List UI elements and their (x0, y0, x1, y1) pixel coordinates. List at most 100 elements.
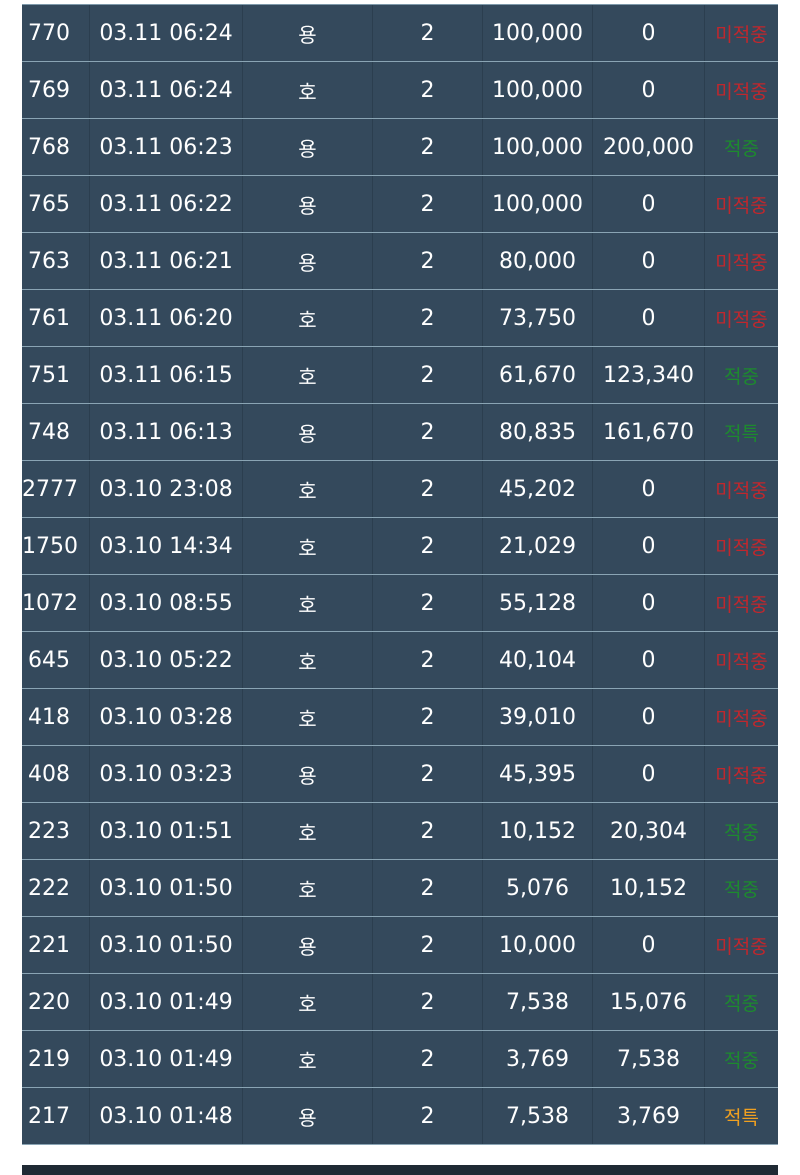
count-cell: 2 (373, 917, 483, 973)
count-cell: 2 (373, 803, 483, 859)
pick-cell: 호 (243, 518, 373, 574)
result-badge: 적중 (724, 878, 759, 901)
count-cell: 2 (373, 575, 483, 631)
count-cell: 2 (373, 974, 483, 1030)
bet-amount-cell: 10,000 (483, 917, 593, 973)
round-number-cell: 418 (22, 689, 90, 745)
bet-time-cell: 03.10 03:28 (90, 689, 243, 745)
round-number-cell: 219 (22, 1031, 90, 1087)
result-badge: 적특 (724, 1106, 759, 1129)
bet-time-cell: 03.10 01:50 (90, 860, 243, 916)
round-number-cell: 220 (22, 974, 90, 1030)
pick-cell: 호 (243, 1031, 373, 1087)
round-number-cell: 761 (22, 290, 90, 346)
round-number-cell: 768 (22, 119, 90, 175)
bet-amount-cell: 39,010 (483, 689, 593, 745)
count-cell: 2 (373, 461, 483, 517)
pick-cell: 호 (243, 689, 373, 745)
result-badge: 미적중 (715, 650, 768, 673)
win-amount-cell: 0 (593, 632, 705, 688)
bet-amount-cell: 100,000 (483, 176, 593, 232)
pick-cell: 호 (243, 803, 373, 859)
win-amount-cell: 0 (593, 518, 705, 574)
bet-amount-cell: 21,029 (483, 518, 593, 574)
pick-cell: 용 (243, 746, 373, 802)
round-number-cell: 222 (22, 860, 90, 916)
pick-cell: 용 (243, 119, 373, 175)
table-row: 1072 03.10 08:55 호 2 55,128 0 미적중 (22, 575, 778, 632)
bet-time-cell: 03.10 03:23 (90, 746, 243, 802)
bet-time-cell: 03.11 06:20 (90, 290, 243, 346)
bet-amount-cell: 100,000 (483, 119, 593, 175)
result-badge: 적중 (724, 992, 759, 1015)
bet-amount-cell: 3,769 (483, 1031, 593, 1087)
table-row: 769 03.11 06:24 호 2 100,000 0 미적중 (22, 62, 778, 119)
bet-time-cell: 03.10 01:51 (90, 803, 243, 859)
round-number-cell: 770 (22, 5, 90, 61)
table-row: 408 03.10 03:23 용 2 45,395 0 미적중 (22, 746, 778, 803)
result-badge: 적중 (724, 137, 759, 160)
round-number-cell: 408 (22, 746, 90, 802)
pick-cell: 호 (243, 860, 373, 916)
bet-amount-cell: 80,835 (483, 404, 593, 460)
count-cell: 2 (373, 5, 483, 61)
bet-time-cell: 03.10 01:49 (90, 974, 243, 1030)
table-row: 1750 03.10 14:34 호 2 21,029 0 미적중 (22, 518, 778, 575)
round-number-cell: 769 (22, 62, 90, 118)
count-cell: 2 (373, 746, 483, 802)
round-number-cell: 751 (22, 347, 90, 403)
win-amount-cell: 7,538 (593, 1031, 705, 1087)
result-badge: 미적중 (715, 23, 768, 46)
bet-time-cell: 03.10 14:34 (90, 518, 243, 574)
pick-cell: 용 (243, 5, 373, 61)
table-row: 763 03.11 06:21 용 2 80,000 0 미적중 (22, 233, 778, 290)
bet-time-cell: 03.10 08:55 (90, 575, 243, 631)
pick-cell: 용 (243, 404, 373, 460)
bet-amount-cell: 100,000 (483, 62, 593, 118)
count-cell: 2 (373, 233, 483, 289)
bet-time-cell: 03.11 06:24 (90, 5, 243, 61)
win-amount-cell: 10,152 (593, 860, 705, 916)
win-amount-cell: 0 (593, 689, 705, 745)
result-badge: 미적중 (715, 194, 768, 217)
table-row: 768 03.11 06:23 용 2 100,000 200,000 적중 (22, 119, 778, 176)
result-badge: 미적중 (715, 764, 768, 787)
count-cell: 2 (373, 689, 483, 745)
table-row: 222 03.10 01:50 호 2 5,076 10,152 적중 (22, 860, 778, 917)
win-amount-cell: 0 (593, 62, 705, 118)
bet-time-cell: 03.11 06:15 (90, 347, 243, 403)
count-cell: 2 (373, 62, 483, 118)
bet-amount-cell: 100,000 (483, 5, 593, 61)
bet-time-cell: 03.10 01:50 (90, 917, 243, 973)
table-row: 220 03.10 01:49 호 2 7,538 15,076 적중 (22, 974, 778, 1031)
win-amount-cell: 0 (593, 290, 705, 346)
result-badge: 미적중 (715, 251, 768, 274)
pick-cell: 호 (243, 575, 373, 631)
table-row: 221 03.10 01:50 용 2 10,000 0 미적중 (22, 917, 778, 974)
round-number-cell: 645 (22, 632, 90, 688)
win-amount-cell: 0 (593, 575, 705, 631)
bet-amount-cell: 80,000 (483, 233, 593, 289)
round-number-cell: 221 (22, 917, 90, 973)
result-badge: 적특 (724, 422, 759, 445)
bet-history-table: 770 03.11 06:24 용 2 100,000 0 미적중 769 03.11 06:2… (22, 4, 778, 1145)
pick-cell: 용 (243, 1088, 373, 1144)
pick-cell: 용 (243, 176, 373, 232)
win-amount-cell: 3,769 (593, 1088, 705, 1144)
win-amount-cell: 123,340 (593, 347, 705, 403)
table-row: 751 03.11 06:15 호 2 61,670 123,340 적중 (22, 347, 778, 404)
win-amount-cell: 161,670 (593, 404, 705, 460)
bet-time-cell: 03.10 01:49 (90, 1031, 243, 1087)
win-amount-cell: 0 (593, 746, 705, 802)
table-row: 761 03.11 06:20 호 2 73,750 0 미적중 (22, 290, 778, 347)
result-badge: 적중 (724, 1049, 759, 1072)
round-number-cell: 1750 (22, 518, 90, 574)
result-badge: 미적중 (715, 80, 768, 103)
bet-time-cell: 03.11 06:21 (90, 233, 243, 289)
bet-amount-cell: 5,076 (483, 860, 593, 916)
pick-cell: 용 (243, 917, 373, 973)
win-amount-cell: 0 (593, 461, 705, 517)
bet-time-cell: 03.11 06:22 (90, 176, 243, 232)
win-amount-cell: 0 (593, 233, 705, 289)
table-row: 748 03.11 06:13 용 2 80,835 161,670 적특 (22, 404, 778, 461)
